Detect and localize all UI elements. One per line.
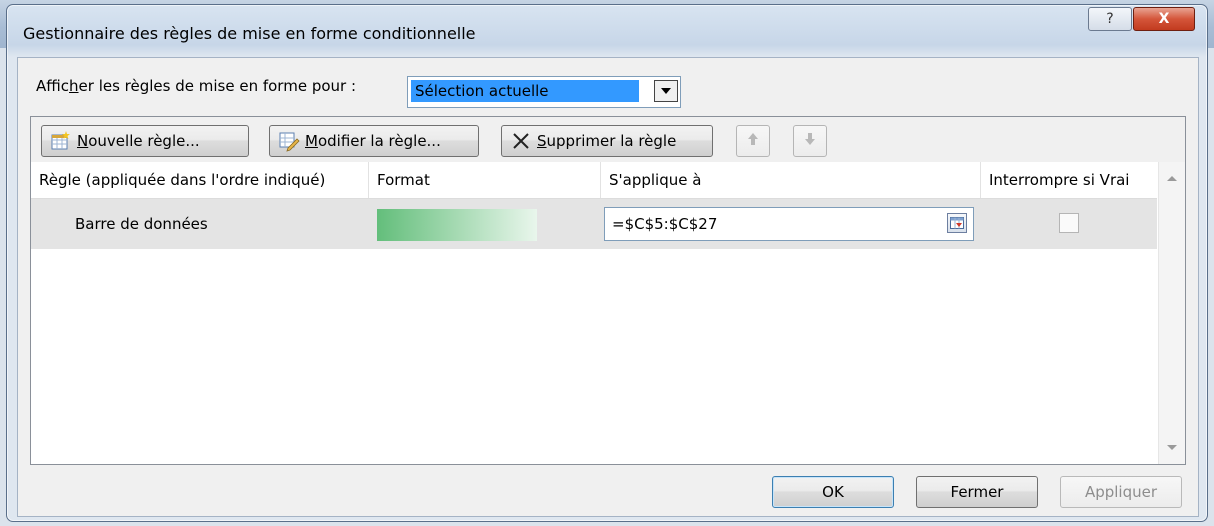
range-picker-icon[interactable] (947, 213, 967, 233)
title-bar: Gestionnaire des règles de mise en forme… (7, 5, 1207, 57)
dialog-body: Afficher les règles de mise en forme pou… (17, 57, 1199, 517)
rules-grid: Règle (appliquée dans l'ordre indiqué) F… (30, 162, 1186, 465)
edit-rule-button[interactable]: Modifier la règle... (269, 125, 479, 157)
delete-x-icon (510, 130, 532, 152)
show-rules-label: Afficher les règles de mise en forme pou… (36, 77, 357, 95)
delete-rule-label: Supprimer la règle (537, 132, 677, 150)
close-window-button[interactable]: X (1133, 7, 1195, 31)
move-up-button[interactable] (736, 125, 770, 157)
column-header-applies-to: S'applique à (601, 162, 981, 198)
dropdown-arrow-icon[interactable] (654, 80, 678, 102)
vertical-scrollbar[interactable] (1158, 162, 1185, 464)
new-rule-icon (50, 130, 72, 152)
apply-button[interactable]: Appliquer (1060, 476, 1182, 508)
show-rules-selected-value: Sélection actuelle (411, 80, 639, 102)
ok-button[interactable]: OK (772, 476, 894, 508)
help-icon: ? (1106, 11, 1114, 27)
move-down-button[interactable] (793, 125, 827, 157)
scroll-down-icon[interactable] (1167, 445, 1177, 450)
rule-toolbar: Nouvelle règle... Modifier la règle... S… (30, 116, 1186, 164)
column-header-stop-if-true: Interrompre si Vrai (989, 171, 1130, 189)
column-header-rule: Règle (appliquée dans l'ordre indiqué) (31, 162, 369, 198)
grid-header: Règle (appliquée dans l'ordre indiqué) F… (31, 162, 1157, 199)
help-button[interactable]: ? (1088, 7, 1132, 31)
applies-to-input[interactable]: =$C$5:$C$27 (604, 207, 974, 241)
edit-rule-label: Modifier la règle... (305, 132, 441, 150)
rule-row[interactable]: Barre de données =$C$5:$C$27 (31, 199, 1157, 249)
new-rule-label: Nouvelle règle... (77, 132, 200, 150)
edit-rule-icon (278, 130, 300, 152)
rule-name: Barre de données (75, 215, 208, 233)
new-rule-button[interactable]: Nouvelle règle... (41, 125, 249, 157)
stop-if-true-checkbox[interactable] (1059, 213, 1079, 233)
dialog-title: Gestionnaire des règles de mise en forme… (23, 24, 476, 43)
applies-to-value: =$C$5:$C$27 (612, 215, 718, 233)
column-header-format: Format (369, 162, 601, 198)
delete-rule-button[interactable]: Supprimer la règle (501, 125, 713, 157)
databar-format-preview (377, 209, 537, 241)
arrow-down-icon (804, 132, 816, 150)
scroll-up-icon[interactable] (1167, 176, 1177, 181)
show-rules-dropdown[interactable]: Sélection actuelle (407, 76, 681, 108)
close-button[interactable]: Fermer (916, 476, 1038, 508)
dialog-window: Gestionnaire des règles de mise en forme… (6, 4, 1208, 522)
arrow-up-icon (747, 132, 759, 150)
close-icon: X (1158, 11, 1170, 27)
